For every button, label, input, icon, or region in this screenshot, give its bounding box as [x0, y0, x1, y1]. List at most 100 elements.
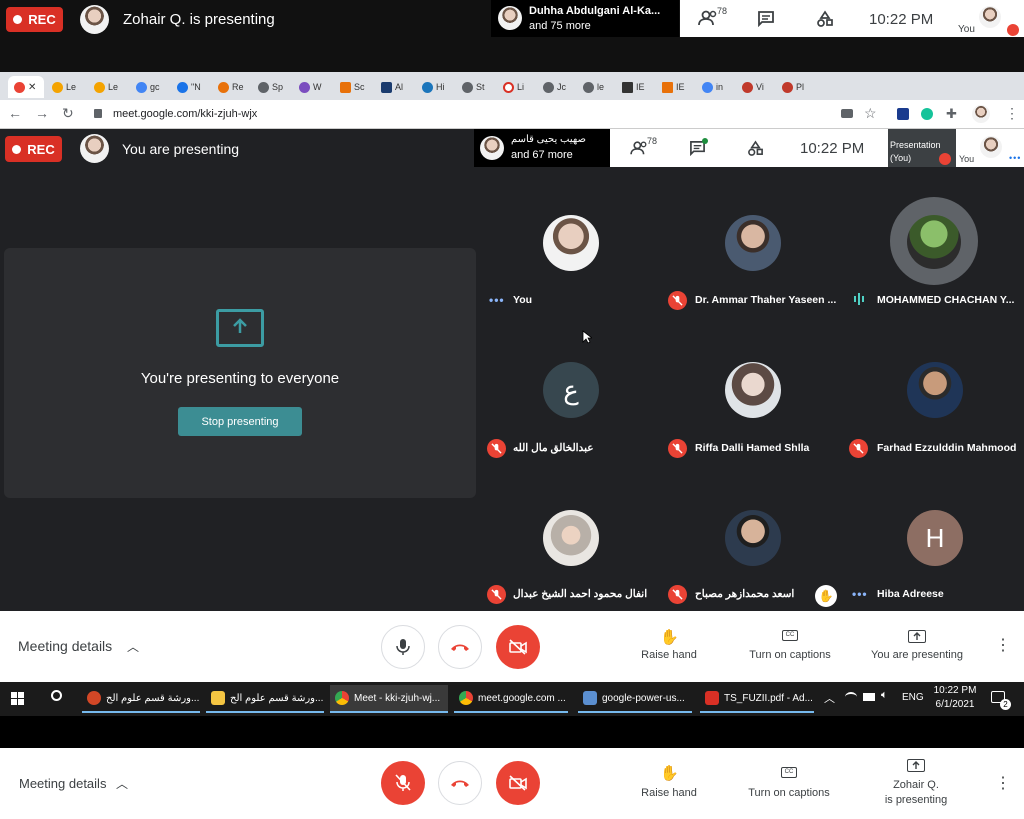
- leave-call-button[interactable]: [438, 761, 482, 805]
- tab-label: "N: [191, 82, 201, 92]
- taskbar-time[interactable]: 10:22 PM: [930, 685, 980, 696]
- participant-preview-avatar: [480, 136, 504, 160]
- omnibox[interactable]: meet.google.com/kki-zjuh-wjx: [86, 104, 886, 125]
- extension-icon[interactable]: [897, 108, 909, 120]
- participant-tile[interactable]: Dr. Ammar Thaher Yaseen ...: [661, 177, 842, 317]
- captions-button[interactable]: Turn on captions: [738, 787, 840, 799]
- participant-name: MOHAMMED CHACHAN Y...: [877, 294, 1015, 306]
- tab-18[interactable]: Vi: [742, 76, 764, 98]
- taskbar-date[interactable]: 6/1/2021: [930, 699, 980, 710]
- presenting-status-label[interactable]: is presenting: [866, 794, 966, 806]
- participant-tile[interactable]: اسعد محمدازهر مصباح ✋: [661, 472, 842, 611]
- participant-tile[interactable]: Riffa Dalli Hamed Shlla: [661, 327, 842, 467]
- grammarly-icon[interactable]: [921, 108, 933, 120]
- presenter-name-label[interactable]: Zohair Q.: [866, 779, 966, 791]
- participant-tile[interactable]: H ••• Hiba Adreese: [842, 472, 1024, 611]
- more-dots-icon[interactable]: •••: [1009, 153, 1021, 163]
- raise-hand-icon[interactable]: ✋: [660, 628, 679, 646]
- tab-1[interactable]: Le: [52, 76, 76, 98]
- tab-close-icon[interactable]: ✕: [28, 82, 36, 93]
- tab-13[interactable]: Jc: [543, 76, 566, 98]
- forward-icon[interactable]: →: [35, 105, 49, 121]
- globe-icon: [543, 81, 554, 93]
- taskbar-acrobat[interactable]: TS_FUZII.pdf - Ad...: [700, 685, 814, 713]
- tab-4[interactable]: "N: [177, 76, 201, 98]
- chevron-up-icon[interactable]: ︿: [127, 638, 139, 655]
- tab-6[interactable]: Sp: [258, 76, 283, 98]
- meeting-details-button[interactable]: Meeting details: [19, 776, 106, 791]
- tab-11[interactable]: St: [462, 76, 485, 98]
- camera-in-use-icon[interactable]: [841, 109, 853, 118]
- tab-7[interactable]: W: [299, 76, 322, 98]
- tab-15[interactable]: IE: [622, 76, 645, 98]
- microphone-button[interactable]: [381, 625, 425, 669]
- stop-presenting-button[interactable]: Stop presenting: [178, 407, 302, 436]
- taskbar-chrome-2[interactable]: meet.google.com ...: [454, 685, 568, 713]
- participant-tile[interactable]: MOHAMMED CHACHAN Y...: [842, 177, 1024, 317]
- captions-icon[interactable]: CC: [782, 630, 798, 641]
- tab-2[interactable]: Le: [94, 76, 118, 98]
- more-options-dots-icon[interactable]: •••: [489, 293, 505, 307]
- tab-5[interactable]: Re: [218, 76, 244, 98]
- tab-favicon-icon: [218, 81, 229, 93]
- wifi-icon[interactable]: [845, 692, 857, 702]
- extensions-puzzle-icon[interactable]: ✚: [946, 106, 957, 122]
- more-options-icon[interactable]: ⋮: [995, 773, 1011, 793]
- audio-level-icon: [854, 293, 866, 305]
- more-options-icon[interactable]: ⋮: [995, 635, 1011, 655]
- taskbar-chrome-meet[interactable]: Meet - kki-zjuh-wj...: [330, 685, 448, 713]
- activities-icon[interactable]: [816, 10, 834, 33]
- tab-meet-active[interactable]: ✕: [8, 76, 44, 98]
- more-options-dots-icon[interactable]: •••: [852, 587, 868, 601]
- participants-preview[interactable]: Duhha Abdulgani Al-Ka... and 75 more: [491, 0, 679, 37]
- tab-9[interactable]: Al: [381, 76, 403, 98]
- tab-12[interactable]: Li: [503, 76, 524, 98]
- chevron-up-icon[interactable]: ︿: [116, 775, 128, 792]
- meeting-details-button[interactable]: Meeting details: [18, 638, 112, 654]
- raise-hand-button[interactable]: Raise hand: [630, 649, 708, 661]
- language-indicator[interactable]: ENG: [902, 692, 924, 703]
- tab-17[interactable]: in: [702, 76, 723, 98]
- bookmark-star-icon[interactable]: ☆: [864, 105, 877, 122]
- captions-icon[interactable]: CC: [781, 767, 797, 778]
- profile-avatar[interactable]: [972, 105, 990, 123]
- camera-button[interactable]: [496, 761, 540, 805]
- tab-14[interactable]: le: [583, 76, 604, 98]
- self-thumbnail[interactable]: You •••: [956, 129, 1024, 167]
- captions-button[interactable]: Turn on captions: [740, 649, 840, 661]
- chat-icon[interactable]: [689, 138, 708, 161]
- chat-icon[interactable]: [757, 10, 775, 32]
- tab-16[interactable]: IE: [662, 76, 685, 98]
- present-icon[interactable]: [907, 759, 925, 772]
- participant-tile[interactable]: Farhad Ezzulddin Mahmood: [842, 327, 1024, 467]
- reload-icon[interactable]: ↻: [62, 105, 74, 122]
- tab-8[interactable]: Sc: [340, 76, 365, 98]
- tab-3[interactable]: gc: [136, 76, 160, 98]
- presenting-button[interactable]: You are presenting: [862, 649, 972, 661]
- search-icon[interactable]: [51, 690, 62, 701]
- raise-hand-icon[interactable]: ✋: [660, 764, 679, 782]
- participant-tile[interactable]: ••• You: [480, 177, 661, 317]
- inner-participants-preview[interactable]: صهيب يحيى قاسم and 67 more: [474, 129, 610, 167]
- windows-start-icon[interactable]: [11, 692, 24, 705]
- participant-tile[interactable]: انفال محمود احمد الشيخ عبدال: [480, 472, 661, 611]
- taskbar-image-viewer[interactable]: google-power-us...: [578, 685, 692, 713]
- volume-icon[interactable]: 🔈︎: [881, 689, 888, 702]
- raise-hand-button[interactable]: Raise hand: [629, 787, 709, 799]
- camera-button[interactable]: [496, 625, 540, 669]
- microphone-button[interactable]: [381, 761, 425, 805]
- self-mic-off-icon: [1007, 24, 1019, 36]
- tray-chevron-icon[interactable]: ︿: [824, 690, 835, 706]
- participant-tile[interactable]: ع عبدالخالق مال الله: [480, 327, 661, 467]
- taskbar-powerpoint[interactable]: ورشة قسم علوم الح...: [82, 685, 200, 713]
- battery-icon[interactable]: [863, 693, 875, 701]
- tab-19[interactable]: Pl: [782, 76, 804, 98]
- taskbar-folder[interactable]: ورشة قسم علوم الح...: [206, 685, 324, 713]
- activities-icon[interactable]: [747, 140, 764, 162]
- presentation-thumbnail[interactable]: Presentation (You): [888, 129, 956, 167]
- leave-call-button[interactable]: [438, 625, 482, 669]
- tab-10[interactable]: Hi: [422, 76, 445, 98]
- browser-menu-icon[interactable]: ⋮: [1005, 105, 1019, 122]
- back-icon[interactable]: ←: [8, 105, 22, 121]
- present-icon[interactable]: [908, 630, 926, 643]
